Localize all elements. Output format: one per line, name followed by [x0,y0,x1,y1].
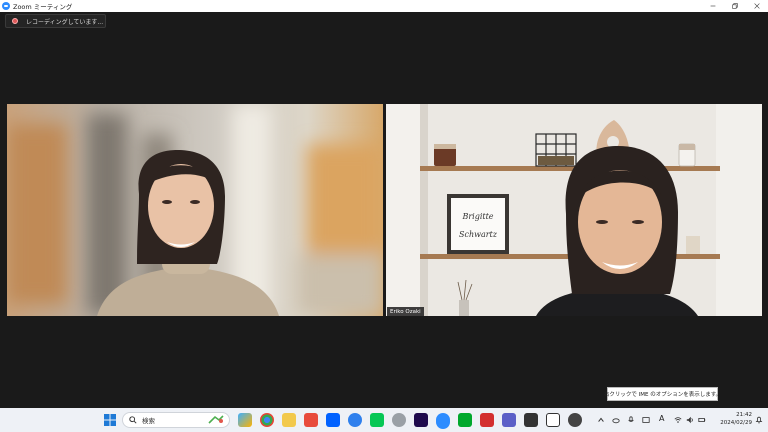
minimize-icon [710,5,716,7]
zoom-taskbar-icon[interactable] [436,413,450,427]
volume-icon[interactable] [686,416,694,424]
keyboard-icon[interactable] [642,416,650,424]
apple-icon[interactable] [392,413,406,427]
participant-video-tile-2[interactable]: Brigitte Schwartz Eriko Ozaki [386,104,762,316]
notepad-icon[interactable] [502,413,516,427]
chrome-icon[interactable] [260,413,274,427]
microphone-icon[interactable] [627,416,635,424]
evernote-icon[interactable] [458,413,472,427]
close-icon [754,3,760,9]
close-button[interactable] [746,0,768,12]
camera-app-icon[interactable] [568,413,582,427]
line-icon[interactable] [370,413,384,427]
ime-mode-indicator[interactable]: A [659,414,667,424]
search-icon [129,416,137,424]
window-controls [702,0,768,12]
restore-icon [732,3,738,9]
ime-tooltip-text: 右クリックで IME のオプションを表示します。 [603,392,722,398]
taskbar: 検索 A 21:42 2024/02/29 [0,408,768,432]
taskbar-clock[interactable]: 21:42 2024/02/29 [712,411,752,427]
frame-text-line1: Brigitte [461,212,493,221]
participant-1-video [7,104,383,316]
notion-icon[interactable] [546,413,560,427]
widgets-app-icon[interactable] [238,413,252,427]
participant-2-video: Brigitte Schwartz [386,104,762,316]
dropbox-icon[interactable] [326,413,340,427]
premiere-pro-icon[interactable] [414,413,428,427]
window-title: Zoom ミーティング [13,3,73,11]
slack-icon[interactable] [304,413,318,427]
participant-name: Eriko Ozaki [390,308,421,315]
clock-time: 21:42 [736,412,752,418]
notification-bell-icon[interactable] [755,416,763,424]
windows-logo-icon [104,414,116,426]
search-highlight-icon [208,415,224,424]
onedrive-icon[interactable] [612,416,620,424]
start-button[interactable] [103,413,117,427]
zoom-logo-icon [2,2,10,10]
battery-icon[interactable] [698,416,706,424]
clock-date: 2024/02/29 [720,420,752,426]
taskbar-search-box[interactable]: 検索 [122,412,230,428]
ime-tooltip: 右クリックで IME のオプションを表示します。 [603,387,722,401]
minimize-button[interactable] [702,0,724,12]
recording-status-text: レコーディングしています... [26,18,104,26]
participant-video-tile-1[interactable] [7,104,383,316]
restore-button[interactable] [724,0,746,12]
recording-dot-icon [12,18,18,24]
filezilla-icon[interactable] [480,413,494,427]
file-explorer-icon[interactable] [282,413,296,427]
snipping-tool-icon[interactable] [348,413,362,427]
recording-indicator[interactable]: レコーディングしています... [5,14,106,28]
frame-text-line2: Schwartz [459,230,498,239]
search-placeholder: 検索 [142,417,155,425]
chevron-up-icon[interactable] [597,416,605,424]
participant-name-tag: Eriko Ozaki [387,307,424,316]
title-bar[interactable]: Zoom ミーティング [0,0,768,12]
sticky-notes-icon[interactable] [524,413,538,427]
wifi-icon[interactable] [674,416,682,424]
